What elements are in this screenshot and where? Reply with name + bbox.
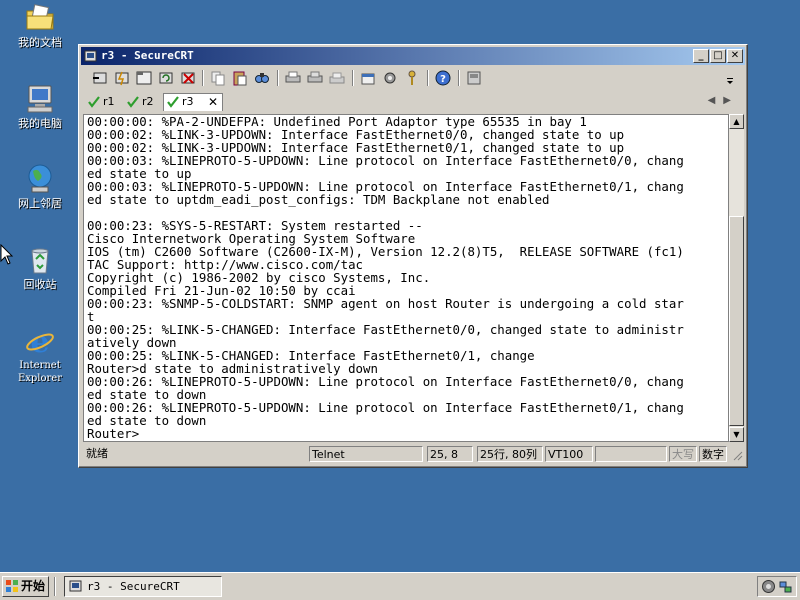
printer-setup-icon[interactable] — [328, 69, 346, 87]
terminal-line: Router> — [87, 426, 140, 441]
my-computer-icon — [27, 85, 53, 113]
taskbar: 开始 r3 - SecureCRT — [0, 572, 800, 600]
disconnect-icon[interactable] — [179, 69, 197, 87]
status-ready: 就绪 — [86, 447, 108, 460]
taskbar-separator — [54, 577, 56, 596]
taskbar-item-label: r3 - SecureCRT — [87, 580, 180, 593]
tray-network-icon[interactable] — [761, 579, 776, 594]
securecrt-app-icon — [69, 580, 82, 592]
start-button[interactable]: 开始 — [2, 576, 49, 597]
desktop-icon-internet-explorer[interactable]: e Internet Explorer — [2, 325, 78, 385]
window-titlebar[interactable]: r3 - SecureCRT _ □ ✕ — [81, 47, 745, 65]
tab-scroll-arrows[interactable]: ◀▶ — [708, 95, 739, 106]
tab-label: r1 — [103, 95, 115, 108]
maximize-button[interactable]: □ — [710, 49, 726, 63]
find-icon[interactable] — [253, 69, 271, 87]
connect-icon[interactable] — [91, 69, 109, 87]
window-title: r3 - SecureCRT — [101, 49, 194, 62]
status-empty — [595, 446, 667, 462]
paste-icon[interactable] — [231, 69, 249, 87]
start-label: 开始 — [21, 579, 46, 593]
status-num: 数字 — [699, 446, 727, 462]
desktop-icon-label: 网上邻居 — [18, 197, 62, 210]
vertical-scrollbar[interactable]: ▲ ▼ — [729, 114, 744, 442]
scroll-down-button[interactable]: ▼ — [729, 427, 744, 442]
toolbar-separator — [352, 70, 354, 86]
toolbar-separator — [458, 70, 460, 86]
statusbar: 就绪 Telnet 25, 8 25行, 80列 VT100 大写 数字 — [81, 445, 745, 463]
terminal-screen[interactable]: 00:00:00: %PA-2-UNDEFPA: Undefined Port … — [83, 114, 729, 442]
desktop-icon-label: 我的文档 — [18, 36, 62, 49]
terminal-output: 00:00:00: %PA-2-UNDEFPA: Undefined Port … — [87, 115, 684, 440]
key-icon[interactable] — [403, 69, 421, 87]
close-button[interactable]: ✕ — [727, 49, 743, 63]
status-caps: 大写 — [669, 446, 697, 462]
svg-text:?: ? — [440, 74, 446, 85]
tab-label: r2 — [142, 95, 154, 108]
tray-connection-icon[interactable] — [778, 579, 793, 594]
tab-r3[interactable]: r3 ✕ — [163, 93, 223, 111]
internet-explorer-icon: e — [26, 325, 54, 357]
minimize-button[interactable]: _ — [693, 49, 709, 63]
resize-grip-icon[interactable] — [731, 449, 743, 461]
connect-in-tab-icon[interactable] — [135, 69, 153, 87]
desktop-icon-label: Internet Explorer — [17, 360, 63, 384]
connected-check-icon — [127, 96, 139, 108]
tab-r1[interactable]: r1 — [85, 94, 121, 110]
desktop-icon-label: 我的电脑 — [18, 117, 62, 130]
toolbar-overflow-icon[interactable] — [725, 69, 735, 87]
recycle-bin-icon — [31, 248, 49, 274]
securecrt-window[interactable]: r3 - SecureCRT _ □ ✕ ? r1 r2 r3 ✕ ◀▶ 00:… — [78, 44, 748, 468]
toolbar-separator — [202, 70, 204, 86]
session-tabs: r1 r2 r3 ✕ ◀▶ — [83, 93, 743, 111]
folder-documents-icon — [26, 4, 54, 30]
global-options-icon[interactable] — [381, 69, 399, 87]
tab-close-icon[interactable]: ✕ — [208, 94, 218, 110]
print-icon[interactable] — [284, 69, 302, 87]
print-selection-icon[interactable] — [306, 69, 324, 87]
toolbar-separator — [277, 70, 279, 86]
desktop-icon-label: 回收站 — [23, 278, 57, 291]
quick-connect-icon[interactable] — [113, 69, 131, 87]
connected-check-icon — [88, 96, 100, 108]
status-cursor-position: 25, 8 — [427, 446, 473, 462]
sftp-icon[interactable] — [465, 69, 483, 87]
status-protocol: Telnet — [309, 446, 423, 462]
desktop-icon-my-documents[interactable]: 我的文档 — [2, 2, 78, 49]
toolbar: ? — [83, 67, 743, 91]
securecrt-app-icon — [84, 50, 97, 62]
network-places-icon — [28, 164, 52, 193]
session-options-icon[interactable] — [359, 69, 377, 87]
desktop-icon-network[interactable]: 网上邻居 — [2, 163, 78, 210]
status-emulation: VT100 — [545, 446, 593, 462]
taskbar-item-securecrt[interactable]: r3 - SecureCRT — [64, 576, 222, 597]
terminal-line: 00:00:23: %SNMP-5-COLDSTART: SNMP agent … — [87, 296, 684, 311]
help-icon[interactable]: ? — [434, 69, 452, 87]
reconnect-icon[interactable] — [157, 69, 175, 87]
terminal-line: ed state to uptdm_eadi_post_configs: TDM… — [87, 192, 550, 207]
system-tray — [757, 576, 797, 597]
mouse-cursor-icon — [0, 244, 14, 265]
scroll-thumb[interactable] — [729, 216, 744, 426]
desktop-icon-my-computer[interactable]: 我的电脑 — [2, 83, 78, 130]
tab-label: r3 — [182, 95, 194, 108]
tab-r2[interactable]: r2 — [124, 94, 160, 110]
status-terminal-size: 25行, 80列 — [477, 446, 543, 462]
connected-check-icon — [167, 96, 179, 108]
windows-flag-icon — [6, 580, 18, 592]
toolbar-separator — [427, 70, 429, 86]
scroll-up-button[interactable]: ▲ — [729, 114, 744, 129]
copy-icon[interactable] — [209, 69, 227, 87]
